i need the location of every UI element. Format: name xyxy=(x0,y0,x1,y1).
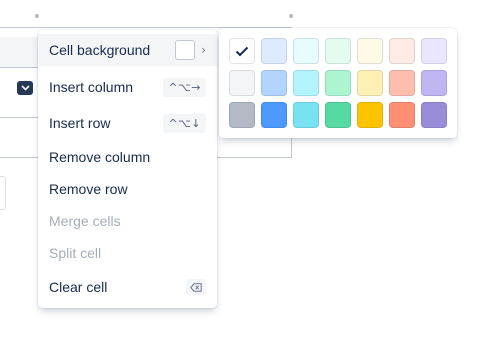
color-swatch[interactable] xyxy=(261,38,287,64)
table-border xyxy=(0,117,40,118)
keyboard-shortcut: ^⌥↓ xyxy=(163,113,206,133)
menu-item-clear-cell[interactable]: Clear cell xyxy=(38,271,217,303)
color-swatch[interactable] xyxy=(357,70,383,96)
keyboard-shortcut: ^⌥→ xyxy=(163,77,206,97)
color-swatch[interactable] xyxy=(421,102,447,128)
color-palette xyxy=(219,28,457,138)
menu-item-remove-column[interactable]: Remove column xyxy=(38,141,217,173)
color-swatch[interactable] xyxy=(229,102,255,128)
table-border xyxy=(291,138,292,158)
menu-item-label: Remove row xyxy=(49,181,128,197)
backspace-icon xyxy=(186,279,206,295)
menu-item-label: Insert row xyxy=(49,115,111,131)
color-swatch[interactable] xyxy=(357,102,383,128)
menu-item-label: Cell background xyxy=(49,42,151,58)
current-color-swatch xyxy=(175,40,196,60)
color-swatch[interactable] xyxy=(293,70,319,96)
menu-item-trailing: › xyxy=(175,40,206,60)
color-swatch[interactable] xyxy=(325,70,351,96)
cell-context-menu: Cell background › Insert column ^⌥→ Inse… xyxy=(38,30,217,308)
color-swatch[interactable] xyxy=(325,38,351,64)
color-swatch[interactable] xyxy=(389,70,415,96)
table-side-control[interactable] xyxy=(0,176,6,210)
menu-item-merge-cells[interactable]: Merge cells xyxy=(38,205,217,237)
color-swatch[interactable] xyxy=(389,38,415,64)
color-swatch[interactable] xyxy=(421,70,447,96)
chevron-right-icon: › xyxy=(201,43,206,57)
cell-options-button[interactable] xyxy=(17,81,33,95)
color-swatch[interactable] xyxy=(389,102,415,128)
color-swatch[interactable] xyxy=(261,70,287,96)
color-swatch[interactable] xyxy=(229,70,255,96)
menu-item-remove-row[interactable]: Remove row xyxy=(38,173,217,205)
chevron-down-icon xyxy=(20,85,30,91)
color-swatch[interactable] xyxy=(293,38,319,64)
color-swatch[interactable] xyxy=(325,102,351,128)
menu-item-label: Clear cell xyxy=(49,279,108,295)
color-swatch[interactable] xyxy=(293,102,319,128)
table-header-cell xyxy=(0,37,40,68)
color-swatch-selected[interactable] xyxy=(229,38,255,64)
menu-item-insert-column[interactable]: Insert column ^⌥→ xyxy=(38,71,217,103)
color-swatch[interactable] xyxy=(421,38,447,64)
menu-item-split-cell[interactable]: Split cell xyxy=(38,237,217,269)
menu-item-label: Insert column xyxy=(49,79,134,95)
checkmark-icon xyxy=(235,46,249,56)
color-swatch[interactable] xyxy=(261,102,287,128)
menu-item-label: Remove column xyxy=(49,149,151,165)
menu-item-label: Split cell xyxy=(49,245,102,261)
menu-item-cell-background[interactable]: Cell background › xyxy=(38,34,217,66)
menu-item-insert-row[interactable]: Insert row ^⌥↓ xyxy=(38,107,217,139)
column-handle-dot[interactable] xyxy=(289,14,293,18)
color-swatch[interactable] xyxy=(357,38,383,64)
column-handle-dot[interactable] xyxy=(35,14,39,18)
menu-item-label: Merge cells xyxy=(49,213,121,229)
